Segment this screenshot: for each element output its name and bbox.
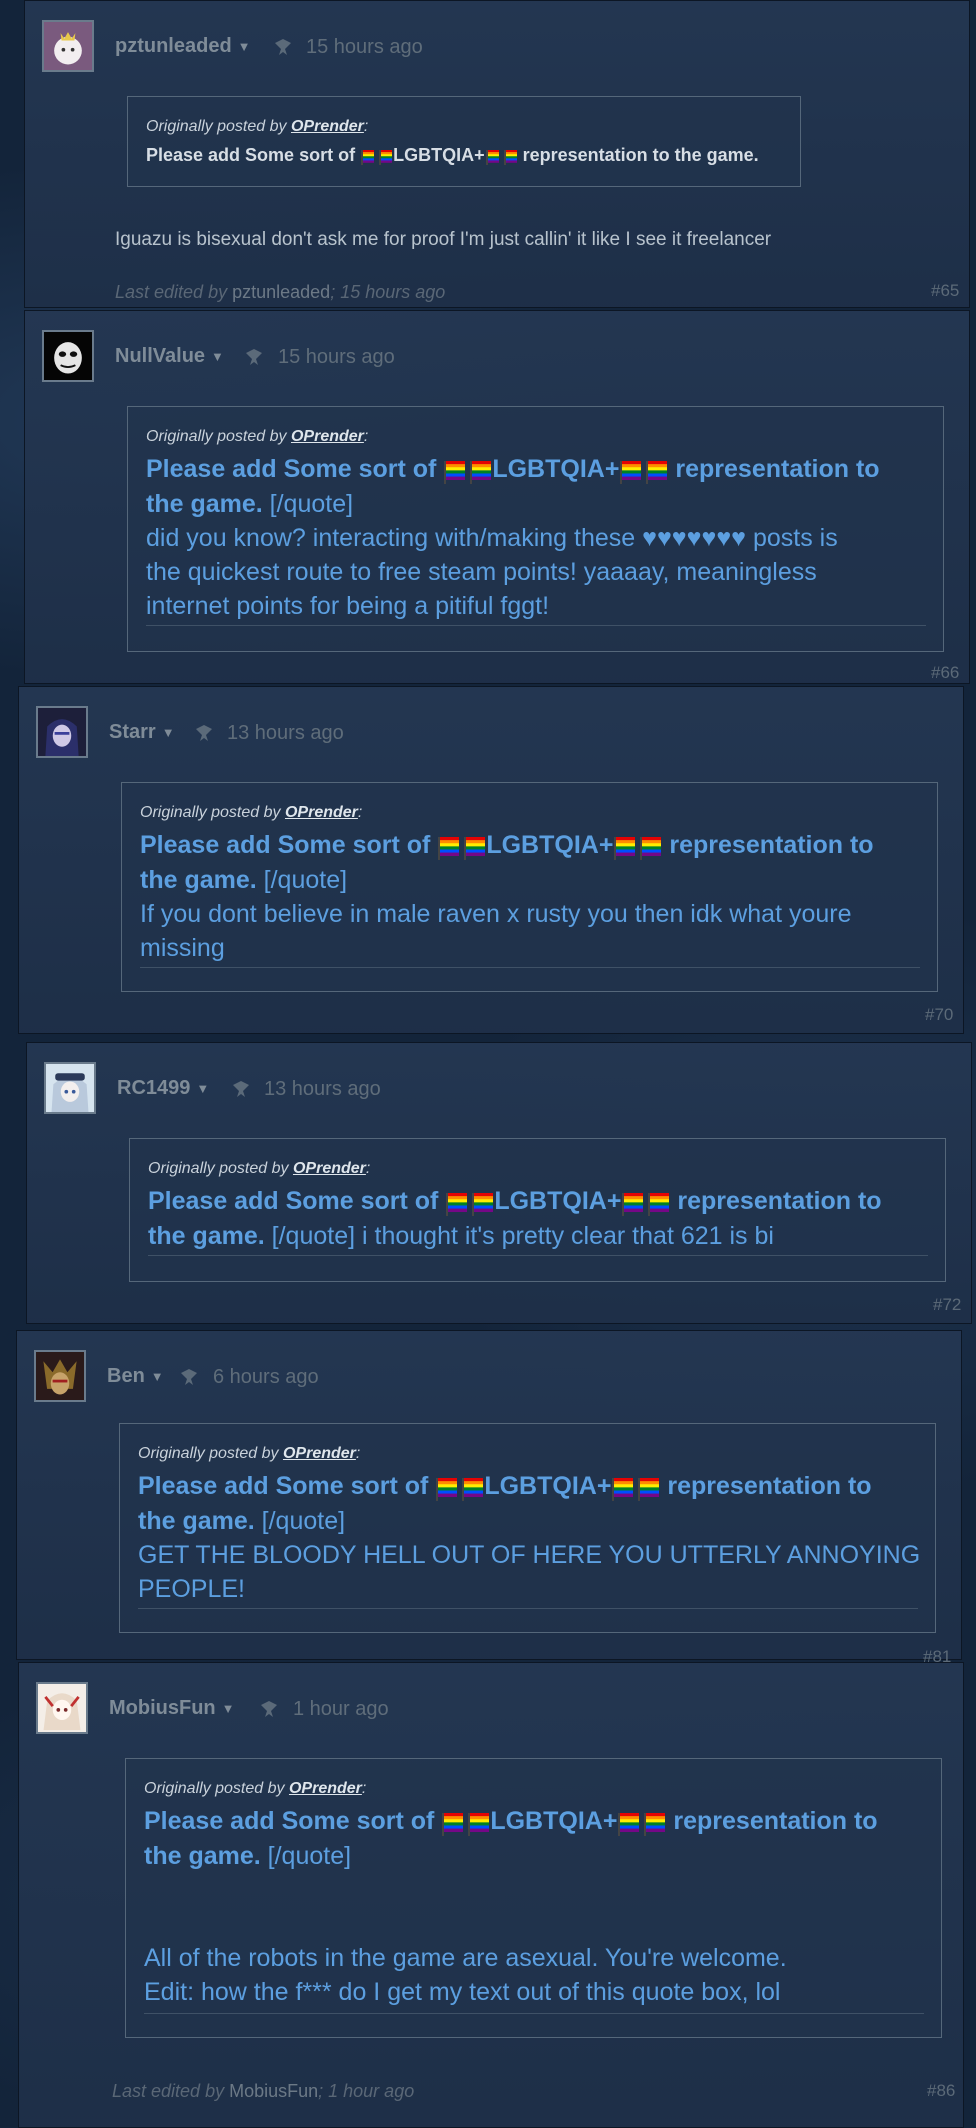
award-icon[interactable] [192, 721, 216, 745]
quote-attribution: Originally posted by OPrender: [146, 118, 369, 135]
quote-box: Originally posted by OPrender: Please ad… [121, 782, 938, 992]
post-timestamp: 13 hours ago [227, 722, 344, 744]
award-icon[interactable] [242, 345, 266, 369]
post-number[interactable]: #86 [927, 2081, 955, 2101]
quote-box: Originally posted by OPrender: Please ad… [127, 406, 944, 652]
quote-divider [144, 2013, 924, 2014]
edited-note: Last edited by pztunleaded; 15 hours ago [115, 282, 446, 302]
avatar[interactable] [36, 706, 88, 758]
quote-box: Originally posted by OPrender: Please ad… [127, 96, 801, 187]
quote-author-link[interactable]: OPrender [289, 1780, 362, 1797]
chevron-down-icon[interactable]: ▼ [151, 1369, 164, 1384]
post-number[interactable]: #70 [925, 1005, 953, 1025]
rainbow-flag-icon [613, 829, 662, 863]
quote-attribution: Originally posted by OPrender: [146, 428, 369, 445]
avatar[interactable] [44, 1062, 96, 1114]
chevron-down-icon[interactable]: ▼ [222, 1701, 235, 1716]
rainbow-flag-icon [485, 146, 518, 167]
post-86: MobiusFun ▼ 1 hour ago Originally posted … [18, 1662, 964, 2128]
chevron-down-icon[interactable]: ▼ [211, 349, 224, 364]
quote-attribution: Originally posted by OPrender: [138, 1445, 361, 1462]
post-70: Starr ▼ 13 hours ago Originally posted by… [18, 686, 964, 1034]
post-number[interactable]: #66 [931, 663, 959, 683]
quote-text: Please add Some sort of LGBTQIA+ represe… [140, 829, 874, 963]
award-icon[interactable] [257, 1697, 281, 1721]
author-name[interactable]: Ben ▼ [107, 1365, 164, 1388]
award-icon[interactable] [229, 1077, 253, 1101]
post-timestamp: 1 hour ago [293, 1698, 389, 1720]
rainbow-flag-icon [617, 1805, 666, 1839]
quote-attribution: Originally posted by OPrender: [144, 1780, 367, 1797]
post-timestamp: 6 hours ago [213, 1366, 319, 1388]
author-name[interactable]: pztunleaded ▼ [115, 35, 251, 58]
quote-divider [146, 625, 926, 626]
quote-author-link[interactable]: OPrender [283, 1445, 356, 1462]
chevron-down-icon[interactable]: ▼ [196, 1081, 209, 1096]
award-icon[interactable] [177, 1365, 201, 1389]
quote-box: Originally posted by OPrender: Please ad… [125, 1758, 942, 2038]
quote-attribution: Originally posted by OPrender: [140, 804, 363, 821]
chevron-down-icon[interactable]: ▼ [238, 39, 251, 54]
quote-text: Please add Some sort of LGBTQIA+ represe… [146, 453, 880, 621]
rainbow-flag-icon [360, 146, 393, 167]
quote-divider [148, 1255, 928, 1256]
rainbow-flag-icon [619, 453, 668, 487]
quote-divider [140, 967, 920, 968]
quote-author-link[interactable]: OPrender [291, 428, 364, 445]
quote-divider [138, 1608, 918, 1609]
author-name[interactable]: RC1499 ▼ [117, 1077, 209, 1100]
quote-text: Please add Some sort of LGBTQIA+ represe… [148, 1185, 882, 1251]
quote-box: Originally posted by OPrender: Please ad… [119, 1423, 936, 1633]
rainbow-flag-icon [611, 1470, 660, 1504]
author-name[interactable]: Starr ▼ [109, 721, 175, 744]
author-name[interactable]: MobiusFun ▼ [109, 1697, 235, 1720]
post-body: Iguazu is bisexual don't ask me for proo… [115, 229, 772, 250]
rainbow-flag-icon [441, 1805, 490, 1839]
post-65: pztunleaded ▼ 15 hours ago Originally pos… [24, 0, 970, 308]
quote-author-link[interactable]: OPrender [293, 1160, 366, 1177]
chevron-down-icon[interactable]: ▼ [162, 725, 175, 740]
quote-author-link[interactable]: OPrender [291, 118, 364, 135]
post-66: NullValue ▼ 15 hours ago Originally poste… [24, 310, 970, 684]
rainbow-flag-icon [435, 1470, 484, 1504]
quote-text: Please add Some sort of LGBTQIA+ represe… [144, 1805, 878, 2007]
avatar[interactable] [42, 20, 94, 72]
quote-box: Originally posted by OPrender: Please ad… [129, 1138, 946, 1282]
post-number[interactable]: #72 [933, 1295, 961, 1315]
rainbow-flag-icon [621, 1185, 670, 1219]
avatar[interactable] [42, 330, 94, 382]
quote-text: Please add Some sort of LGBTQIA+ represe… [138, 1470, 921, 1604]
avatar[interactable] [34, 1350, 86, 1402]
post-timestamp: 15 hours ago [278, 346, 395, 368]
post-timestamp: 15 hours ago [306, 36, 423, 58]
post-number[interactable]: #65 [931, 281, 959, 301]
post-72: RC1499 ▼ 13 hours ago Originally posted b… [26, 1042, 972, 1324]
post-81: Ben ▼ 6 hours ago Originally posted by OP… [16, 1330, 962, 1666]
edited-note: Last edited by MobiusFun; 1 hour ago [112, 2081, 415, 2101]
post-timestamp: 13 hours ago [264, 1078, 381, 1100]
rainbow-flag-icon [443, 453, 492, 487]
author-name[interactable]: NullValue ▼ [115, 345, 224, 368]
rainbow-flag-icon [437, 829, 486, 863]
quote-attribution: Originally posted by OPrender: [148, 1160, 371, 1177]
award-icon[interactable] [271, 35, 295, 59]
quote-author-link[interactable]: OPrender [285, 804, 358, 821]
avatar[interactable] [36, 1682, 88, 1734]
rainbow-flag-icon [445, 1185, 494, 1219]
quote-text: Please add Some sort of LGBTQIA+ represe… [146, 145, 759, 167]
